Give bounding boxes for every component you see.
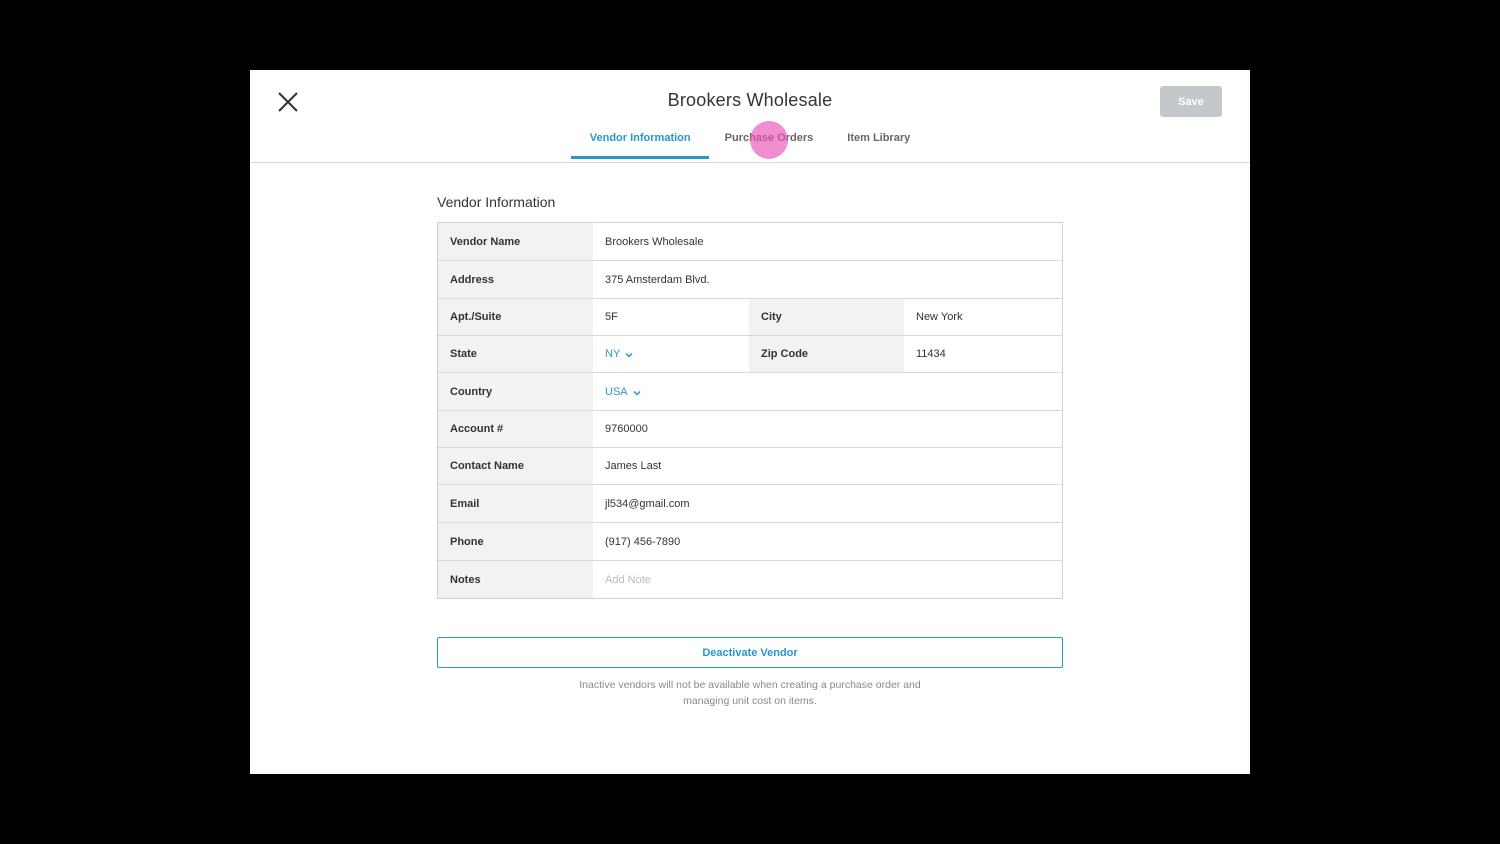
email-field[interactable]: jl534@gmail.com: [593, 485, 1062, 522]
notes-label: Notes: [438, 561, 593, 598]
country-value: USA: [605, 385, 628, 398]
apt-field[interactable]: 5F: [593, 299, 749, 335]
modal-header: Brookers Wholesale Save Vendor Informati…: [250, 70, 1250, 163]
help-text-line: managing unit cost on items.: [683, 695, 817, 707]
form-row-state-zip: State NY Zip Code 11434: [438, 335, 1062, 372]
form-row-vendor-name: Vendor Name Brookers Wholesale: [438, 223, 1062, 260]
city-label: City: [749, 299, 904, 335]
contact-field[interactable]: James Last: [593, 448, 1062, 484]
country-label: Country: [438, 373, 593, 410]
section-title: Vendor Information: [437, 194, 556, 210]
apt-label: Apt./Suite: [438, 299, 593, 335]
form-row-contact: Contact Name James Last: [438, 447, 1062, 484]
tab-purchase-orders[interactable]: Purchase Orders: [725, 128, 814, 158]
state-value: NY: [605, 348, 621, 360]
form-row-phone: Phone (917) 456-7890: [438, 522, 1062, 560]
form-row-address: Address 375 Amsterdam Blvd.: [438, 260, 1062, 298]
notes-field[interactable]: Add Note: [593, 561, 1062, 598]
phone-label: Phone: [438, 523, 593, 560]
vendor-name-label: Vendor Name: [438, 223, 593, 260]
form-row-apt-city: Apt./Suite 5F City New York: [438, 298, 1062, 335]
country-select[interactable]: USA: [593, 373, 1062, 410]
state-label: State: [438, 336, 593, 372]
tab-bar: Vendor Information Purchase Orders Item …: [250, 128, 1250, 162]
form-row-account: Account # 9760000: [438, 410, 1062, 447]
vendor-name-field[interactable]: Brookers Wholesale: [593, 223, 1062, 260]
tab-vendor-information[interactable]: Vendor Information: [570, 128, 709, 159]
zip-field[interactable]: 11434: [904, 336, 1062, 372]
tab-item-library[interactable]: Item Library: [847, 128, 910, 158]
address-field[interactable]: 375 Amsterdam Blvd.: [593, 261, 1062, 298]
email-label: Email: [438, 485, 593, 522]
account-field[interactable]: 9760000: [593, 411, 1062, 447]
chevron-down-icon: [625, 350, 633, 358]
zip-label: Zip Code: [749, 336, 904, 372]
contact-label: Contact Name: [438, 448, 593, 484]
state-select[interactable]: NY: [593, 336, 749, 372]
page-title: Brookers Wholesale: [667, 90, 833, 110]
city-field[interactable]: New York: [904, 299, 1062, 335]
help-text-line: Inactive vendors will not be available w…: [579, 679, 921, 691]
deactivate-help-text: Inactive vendors will not be available w…: [250, 677, 1250, 709]
form-row-email: Email jl534@gmail.com: [438, 484, 1062, 522]
phone-field[interactable]: (917) 456-7890: [593, 523, 1062, 560]
deactivate-vendor-button[interactable]: Deactivate Vendor: [437, 637, 1063, 668]
form-row-notes: Notes Add Note: [438, 560, 1062, 598]
vendor-modal: Brookers Wholesale Save Vendor Informati…: [250, 70, 1250, 774]
form-row-country: Country USA: [438, 372, 1062, 410]
account-label: Account #: [438, 411, 593, 447]
vendor-form: Vendor Name Brookers Wholesale Address 3…: [437, 222, 1063, 599]
save-button[interactable]: Save: [1160, 86, 1222, 117]
chevron-down-icon: [633, 388, 641, 396]
address-label: Address: [438, 261, 593, 298]
